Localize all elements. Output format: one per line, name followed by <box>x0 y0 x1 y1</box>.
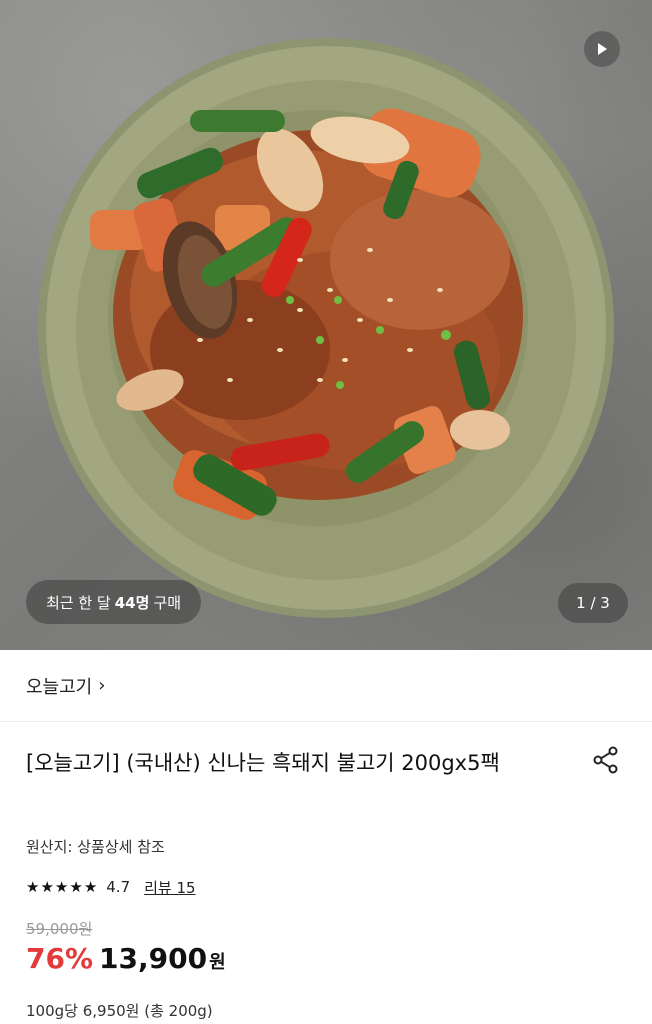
share-icon <box>593 746 618 774</box>
star-rating: ★ ★ ★ ★ ★ <box>26 877 98 896</box>
sale-price: 13,900 <box>99 942 208 975</box>
share-button[interactable] <box>590 744 622 776</box>
review-link[interactable]: 리뷰 15 <box>144 877 195 898</box>
original-price: 59,000원 <box>26 920 93 938</box>
star-icon: ★ <box>26 877 40 896</box>
product-info: [오늘고기] (국내산) 신나는 흑돼지 불고기 200gx5팩 원산지: 상품… <box>0 722 652 1024</box>
star-icon: ★ <box>83 877 98 896</box>
recent-purchase-suffix: 구매 <box>153 593 182 612</box>
brand-name: 오늘고기 <box>26 676 93 698</box>
product-image-carousel[interactable]: 최근 한 달 44명 구매 1 / 3 <box>0 0 652 650</box>
product-title: [오늘고기] (국내산) 신나는 흑돼지 불고기 200gx5팩 <box>26 751 500 775</box>
recent-purchase-prefix: 최근 한 달 <box>46 593 111 612</box>
discount-rate: 76% <box>26 942 94 975</box>
star-icon: ★ <box>69 877 83 896</box>
star-icon: ★ <box>54 877 69 896</box>
star-icon: ★ <box>40 877 54 896</box>
rating-row: ★ ★ ★ ★ ★ 4.7 리뷰 15 <box>26 876 196 898</box>
origin-info: 원산지: 상품상세 참조 <box>26 838 165 856</box>
rating-value: 4.7 <box>106 878 131 896</box>
recent-purchase-count: 44명 <box>114 593 150 612</box>
play-icon <box>598 43 607 55</box>
image-counter: 1 / 3 <box>558 583 628 623</box>
unit-price: 100g당 6,950원 (총 200g) <box>26 1002 213 1020</box>
currency-unit: 원 <box>209 952 226 973</box>
product-photo <box>38 38 614 618</box>
recent-purchase-badge: 최근 한 달 44명 구매 <box>26 580 202 624</box>
play-video-button[interactable] <box>584 31 620 67</box>
chevron-right-icon: › <box>98 675 106 696</box>
price-row: 76% 13,900 원 <box>26 942 226 982</box>
brand-link[interactable]: 오늘고기 › <box>0 650 652 722</box>
